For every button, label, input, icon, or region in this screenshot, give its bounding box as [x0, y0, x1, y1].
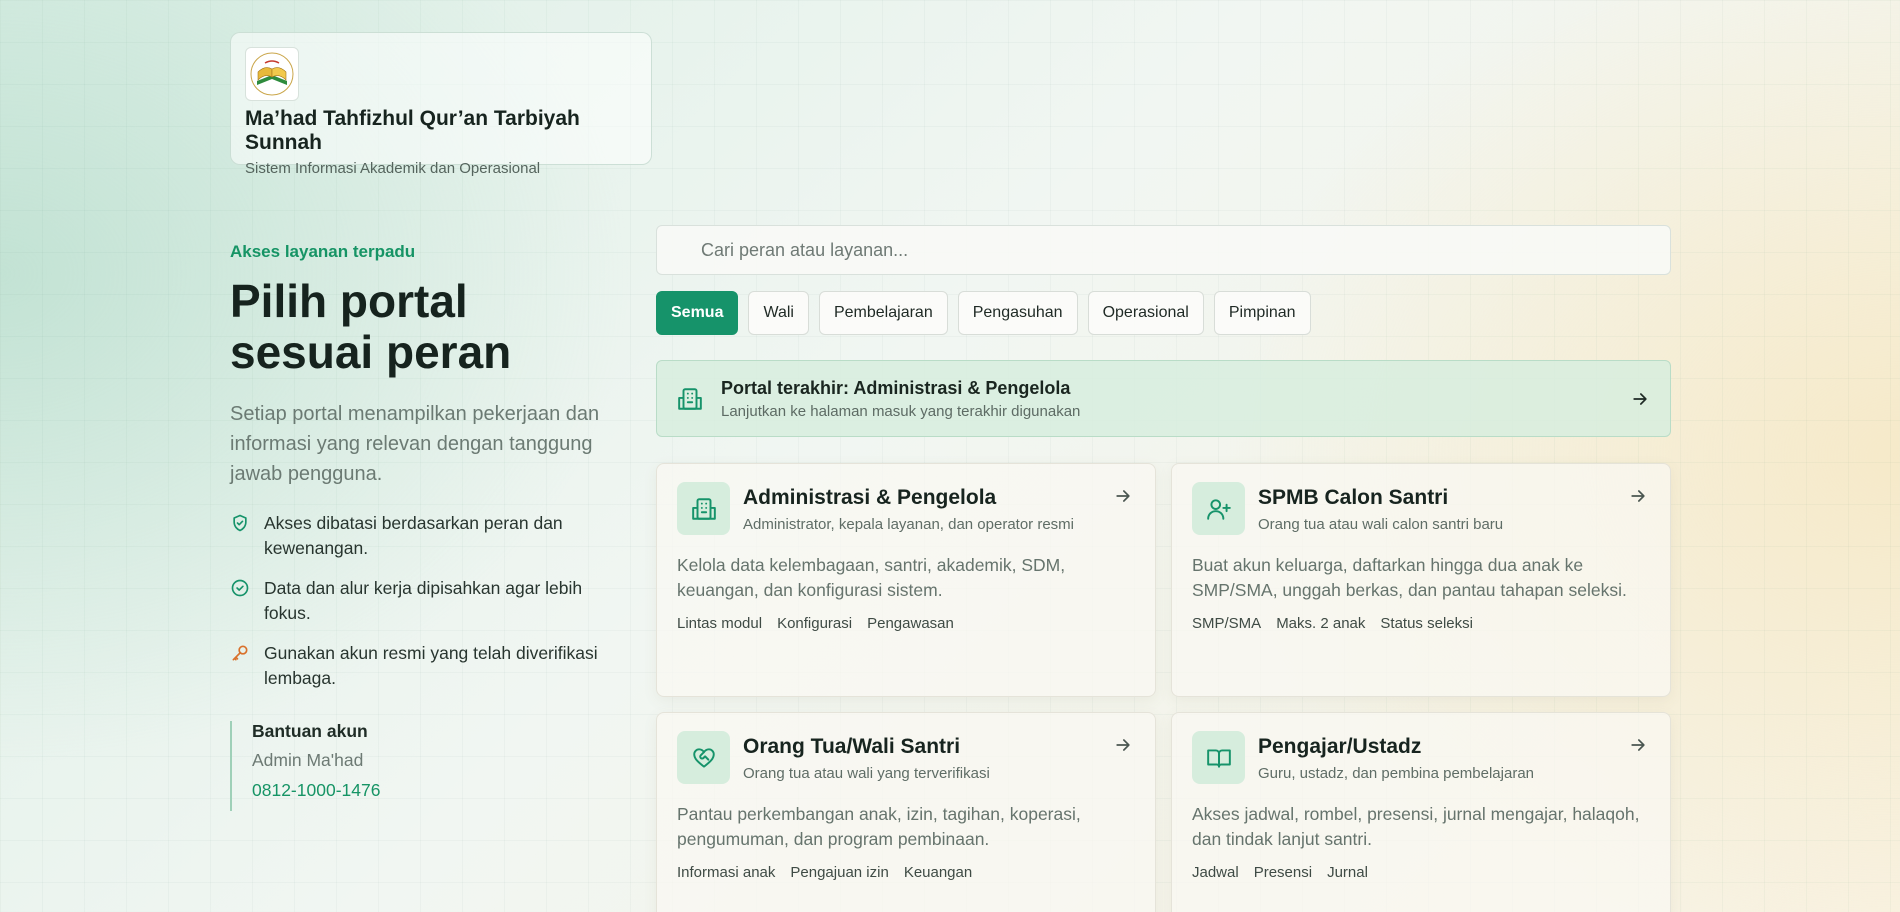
account-help: Bantuan akun Admin Ma'had 0812-1000-1476	[230, 721, 630, 812]
help-title: Bantuan akun	[252, 721, 368, 742]
arrow-right-icon	[1116, 490, 1130, 502]
feature-item: Gunakan akun resmi yang telah diverifika…	[230, 641, 630, 691]
portal-tags: Informasi anak Pengajuan izin Keuangan	[677, 864, 1135, 881]
arrow-right-icon	[1633, 392, 1647, 405]
page-title: Pilih portal sesuai peran	[230, 275, 512, 378]
portal-tag: SMP/SMA	[1192, 615, 1262, 632]
search-input[interactable]	[701, 239, 1670, 261]
portal-card-pengajar[interactable]: Pengajar/Ustadz Guru, ustadz, dan pembin…	[1171, 712, 1671, 912]
recent-portal-title: Portal terakhir: Administrasi & Pengelol…	[721, 377, 1071, 398]
portal-subtitle: Administrator, kepala layanan, dan opera…	[743, 516, 1075, 533]
portal-tag: Konfigurasi	[777, 615, 853, 632]
help-contact-name: Admin Ma'had	[252, 750, 364, 771]
user-plus-icon	[1192, 482, 1245, 535]
building-icon	[677, 482, 730, 535]
portal-grid: Administrasi & Pengelola Administrator, …	[656, 463, 1671, 912]
filter-chip-operasional[interactable]: Operasional	[1087, 291, 1204, 335]
feature-text: Data dan alur kerja dipisahkan agar lebi…	[264, 578, 583, 624]
brand-card: Ma’had Tahfizhul Qur’an Tarbiyah Sunnah …	[230, 32, 652, 177]
portal-title: Pengajar/Ustadz	[1258, 735, 1422, 758]
portal-tags: Lintas modul Konfigurasi Pengawasan	[677, 615, 1135, 632]
filter-chips: Semua Wali Pembelajaran Pengasuhan Opera…	[656, 291, 1311, 335]
portal-tag: Pengawasan	[867, 615, 954, 632]
filter-chip-pimpinan[interactable]: Pimpinan	[1213, 291, 1311, 335]
recent-portal-subtitle: Lanjutkan ke halaman masuk yang terakhir…	[721, 402, 1081, 420]
filter-chip-semua[interactable]: Semua	[656, 291, 739, 335]
portal-description: Kelola data kelembagaan, santri, akademi…	[677, 555, 1066, 600]
recent-portal-banner[interactable]: Portal terakhir: Administrasi & Pengelol…	[656, 360, 1671, 437]
help-phone-link[interactable]: 0812-1000-1476	[252, 780, 630, 801]
search-bar	[656, 225, 1671, 275]
portal-subtitle: Orang tua atau wali yang terverifikasi	[743, 765, 990, 782]
portal-description: Pantau perkembangan anak, izin, tagihan,…	[677, 804, 1081, 849]
check-circle-icon	[231, 579, 249, 597]
portal-title: Orang Tua/Wali Santri	[743, 735, 961, 758]
eyebrow-label: Akses layanan terpadu	[230, 242, 416, 261]
filter-chip-pembelajaran[interactable]: Pembelajaran	[818, 291, 948, 335]
portal-tag: Maks. 2 anak	[1276, 615, 1366, 632]
feature-list: Akses dibatasi berdasarkan peran dan kew…	[230, 511, 630, 691]
institution-name: Ma’had Tahfizhul Qur’an Tarbiyah Sunnah	[245, 107, 580, 154]
institution-logo	[245, 47, 299, 101]
portal-subtitle: Orang tua atau wali calon santri baru	[1258, 516, 1504, 533]
portal-tag: Pengajuan izin	[790, 864, 889, 881]
arrow-right-icon	[1116, 739, 1130, 751]
portal-tag: Jurnal	[1327, 864, 1368, 881]
portal-tag: Status seleksi	[1380, 615, 1473, 632]
system-subtitle: Sistem Informasi Akademik dan Operasiona…	[245, 160, 541, 177]
heart-handshake-icon	[677, 731, 730, 784]
feature-text: Akses dibatasi berdasarkan peran dan kew…	[264, 513, 563, 559]
portal-card-spmb[interactable]: SPMB Calon Santri Orang tua atau wali ca…	[1171, 463, 1671, 697]
building-icon	[678, 387, 702, 410]
portal-tag: Jadwal	[1192, 864, 1239, 881]
arrow-right-icon	[1631, 490, 1645, 502]
portal-title: SPMB Calon Santri	[1258, 486, 1449, 509]
book-open-icon	[1192, 731, 1245, 784]
portal-tag: Informasi anak	[677, 864, 776, 881]
portal-card-wali[interactable]: Orang Tua/Wali Santri Orang tua atau wal…	[656, 712, 1156, 912]
portal-tag: Keuangan	[903, 864, 973, 881]
portal-tag: Presensi	[1253, 864, 1313, 881]
filter-chip-pengasuhan[interactable]: Pengasuhan	[957, 291, 1078, 335]
arrow-right-icon	[1631, 739, 1645, 751]
key-icon	[232, 645, 248, 661]
portal-card-administrasi[interactable]: Administrasi & Pengelola Administrator, …	[656, 463, 1156, 697]
portal-description: Buat akun keluarga, daftarkan hingga dua…	[1192, 555, 1627, 600]
intro-section: Akses layanan terpadu Pilih portal sesua…	[230, 242, 630, 812]
portal-tag: Lintas modul	[677, 615, 763, 632]
portal-tags: SMP/SMA Maks. 2 anak Status seleksi	[1192, 615, 1650, 632]
feature-item: Data dan alur kerja dipisahkan agar lebi…	[230, 576, 630, 626]
portal-description: Akses jadwal, rombel, presensi, jurnal m…	[1192, 804, 1640, 849]
portal-tags: Jadwal Presensi Jurnal	[1192, 864, 1650, 881]
feature-text: Gunakan akun resmi yang telah diverifika…	[264, 643, 598, 689]
portal-title: Administrasi & Pengelola	[743, 486, 997, 509]
intro-lead: Setiap portal menampilkan pekerjaan dan …	[230, 403, 600, 486]
portal-subtitle: Guru, ustadz, dan pembina pembelajaran	[1258, 765, 1535, 782]
shield-check-icon	[233, 514, 247, 532]
feature-item: Akses dibatasi berdasarkan peran dan kew…	[230, 511, 630, 561]
filter-chip-wali[interactable]: Wali	[748, 291, 809, 335]
